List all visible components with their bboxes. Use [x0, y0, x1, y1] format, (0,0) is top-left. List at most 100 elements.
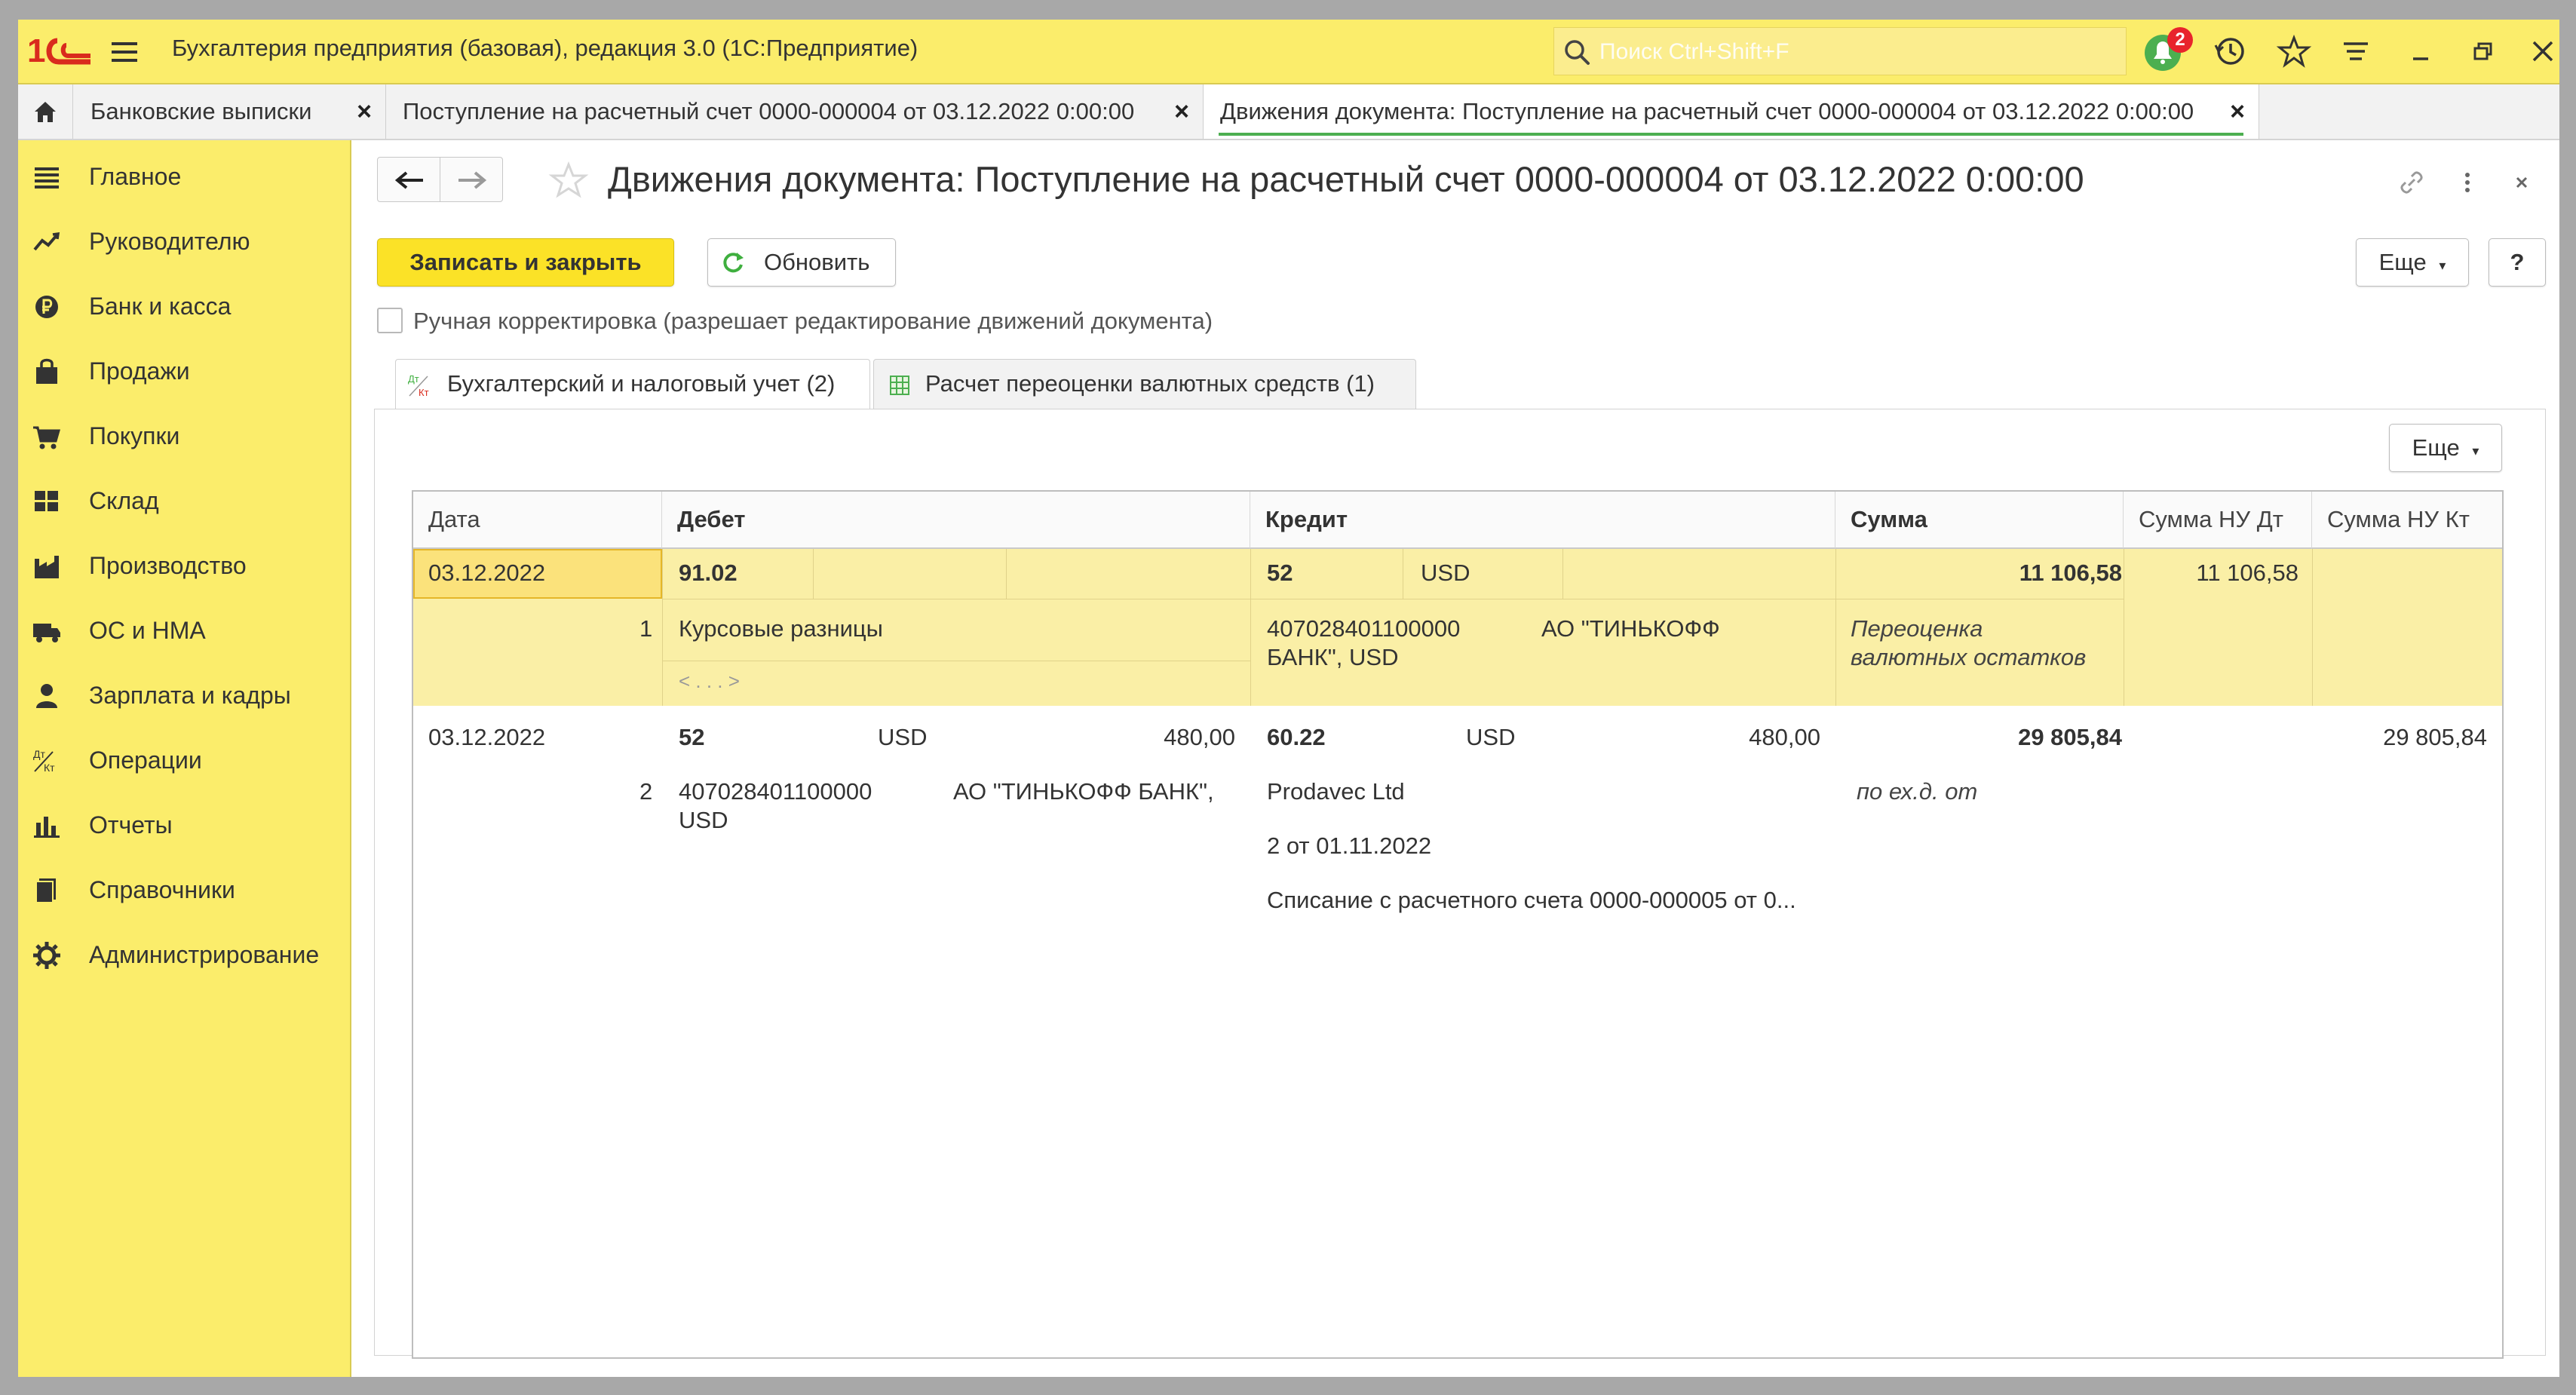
ruble-coin-icon: [30, 290, 63, 323]
link-button[interactable]: [2395, 166, 2428, 199]
sidebar-item-references[interactable]: Справочники: [18, 858, 350, 923]
close-tab-icon[interactable]: ×: [1174, 84, 1189, 139]
star-icon: [2276, 34, 2312, 68]
restore-button[interactable]: [2460, 29, 2505, 74]
cell-debit-subconto: Курсовые разницы: [679, 615, 883, 642]
tab-receipt-document[interactable]: Поступление на расчетный счет 0000-00000…: [386, 84, 1204, 139]
close-form-button[interactable]: [2505, 166, 2538, 199]
sidebar-item-warehouse[interactable]: Склад: [18, 469, 350, 534]
link-icon: [2400, 171, 2423, 194]
app-title: Бухгалтерия предприятия (базовая), редак…: [172, 35, 918, 61]
tab-accounting-and-tax[interactable]: Дт Кт Бухгалтерский и налоговый учет (2): [395, 359, 870, 412]
svg-text:Кт: Кт: [419, 387, 429, 398]
refresh-button[interactable]: Обновить: [707, 238, 896, 287]
sidebar-item-salary[interactable]: Зарплата и кадры: [18, 664, 350, 728]
column-header-amount[interactable]: Сумма: [1835, 492, 2124, 549]
form-menu-button[interactable]: [2451, 166, 2484, 199]
cell-credit-subconto-2: АО "ТИНЬКОФФ: [1541, 615, 1720, 642]
cell-row-number: 2: [639, 778, 653, 805]
sidebar-item-purchases[interactable]: Покупки: [18, 404, 350, 469]
global-search[interactable]: [1553, 27, 2127, 75]
cell-debit-subconto-1b: USD: [679, 807, 728, 833]
save-and-close-button[interactable]: Записать и закрыть: [377, 238, 674, 287]
column-header-date[interactable]: Дата: [413, 492, 662, 549]
tab-bank-statements[interactable]: Банковские выписки ×: [74, 84, 386, 139]
home-button[interactable]: [18, 84, 73, 139]
table-row[interactable]: 03.12.2022 1 91.02 Курсовые разницы < . …: [413, 549, 2502, 706]
cell-debit-more: < . . . >: [679, 670, 740, 692]
sidebar-item-main[interactable]: Главное: [18, 145, 350, 210]
table-row[interactable]: 03.12.2022 2 52 USD 480,00 4070284011000…: [413, 706, 2502, 917]
sidebar-item-label: Зарплата и кадры: [89, 682, 291, 709]
sidebar-item-label: Руководителю: [89, 228, 250, 255]
cell-credit-account: 52: [1267, 560, 1293, 586]
person-icon: [30, 679, 63, 713]
back-button[interactable]: [377, 157, 440, 202]
sidebar-item-administration[interactable]: Администрирование: [18, 923, 350, 988]
cell-debit-account: 52: [679, 724, 705, 750]
dt-kt-icon: ДтКт: [408, 373, 429, 398]
favorite-star-icon[interactable]: [547, 160, 590, 202]
refresh-label: Обновить: [764, 249, 870, 275]
tab-currency-revaluation[interactable]: Расчет переоценки валютных средств (1): [873, 359, 1416, 409]
minimize-button[interactable]: [2398, 29, 2443, 74]
favorites-button[interactable]: [2271, 29, 2317, 74]
sidebar-item-reports[interactable]: Отчеты: [18, 793, 350, 858]
help-button[interactable]: ?: [2489, 238, 2546, 287]
functions-menu-button[interactable]: [2333, 29, 2378, 74]
tab-document-movements[interactable]: Движения документа: Поступление на расче…: [1204, 84, 2259, 139]
cell-credit-subconto-1: Prodavec Ltd: [1267, 778, 1405, 805]
cell-credit-currency: USD: [1466, 724, 1516, 750]
column-header-credit[interactable]: Кредит: [1250, 492, 1835, 549]
search-icon: [1565, 40, 1590, 65]
sidebar-item-bank[interactable]: Банк и касса: [18, 274, 350, 339]
grid-more-actions-button[interactable]: Еще ▾: [2389, 424, 2502, 472]
sidebar-item-operations[interactable]: Дт Кт Операции: [18, 728, 350, 793]
sidebar-item-sales[interactable]: Продажи: [18, 339, 350, 404]
sidebar-item-label: Главное: [89, 163, 182, 190]
column-header-amount-tax-kt[interactable]: Сумма НУ Кт: [2312, 492, 2502, 549]
table-icon: [890, 376, 909, 395]
close-window-button[interactable]: [2520, 29, 2559, 74]
svg-text:Дт: Дт: [408, 373, 419, 385]
column-header-debit[interactable]: Дебет: [662, 492, 1250, 549]
menu-lines-icon: [2344, 42, 2368, 60]
sidebar-item-label: Банк и касса: [89, 293, 232, 320]
tab-label: Бухгалтерский и налоговый учет (2): [447, 370, 836, 397]
arrow-left-icon: [394, 171, 423, 189]
close-tab-icon[interactable]: ×: [357, 84, 372, 139]
search-input[interactable]: [1598, 34, 2114, 70]
tab-label: Движения документа: Поступление на расче…: [1220, 98, 2194, 124]
cell-credit-currency: USD: [1421, 560, 1470, 586]
bar-chart-icon: [30, 809, 63, 842]
entries-table[interactable]: Дата Дебет Кредит Сумма Сумма НУ Дт Сумм…: [412, 490, 2504, 1359]
cell-credit-account: 60.22: [1267, 724, 1326, 750]
cell-amount: 29 805,84: [2018, 724, 2122, 750]
sidebar-item-production[interactable]: Производство: [18, 534, 350, 599]
cell-date: 03.12.2022: [428, 560, 546, 586]
cell-debit-account: 91.02: [679, 560, 738, 586]
sections-sidebar: Главное Руководителю Банк и касса Продаж…: [18, 140, 351, 1377]
history-button[interactable]: [2208, 29, 2253, 74]
home-icon: [35, 102, 56, 122]
forward-button[interactable]: [440, 157, 503, 202]
main-menu-button[interactable]: [107, 35, 142, 69]
column-header-amount-tax-dt[interactable]: Сумма НУ Дт: [2124, 492, 2312, 549]
cell-credit-subconto-2: 2 от 01.11.2022: [1267, 832, 1432, 859]
close-tab-icon[interactable]: ×: [2230, 84, 2245, 139]
refresh-icon: [723, 253, 744, 273]
minimize-icon: [2413, 57, 2428, 60]
cell-credit-subconto-1: 407028401100000: [1267, 615, 1461, 642]
close-icon: [2532, 41, 2553, 62]
sidebar-item-manager[interactable]: Руководителю: [18, 210, 350, 274]
warehouse-icon: [30, 485, 63, 518]
app-window: 1 Бухгалтерия предприятия (базовая), ред…: [18, 20, 2559, 1377]
notifications-button[interactable]: 2: [2142, 27, 2193, 74]
cell-debit-subconto-1: 407028401100000: [679, 778, 872, 805]
history-icon: [2214, 38, 2244, 65]
truck-icon: [30, 615, 63, 648]
manual-correction-checkbox[interactable]: [377, 308, 403, 333]
chevron-down-icon: ▾: [2472, 443, 2479, 458]
sidebar-item-fixed-assets[interactable]: ОС и НМА: [18, 599, 350, 664]
more-actions-button[interactable]: Еще ▾: [2356, 238, 2469, 287]
